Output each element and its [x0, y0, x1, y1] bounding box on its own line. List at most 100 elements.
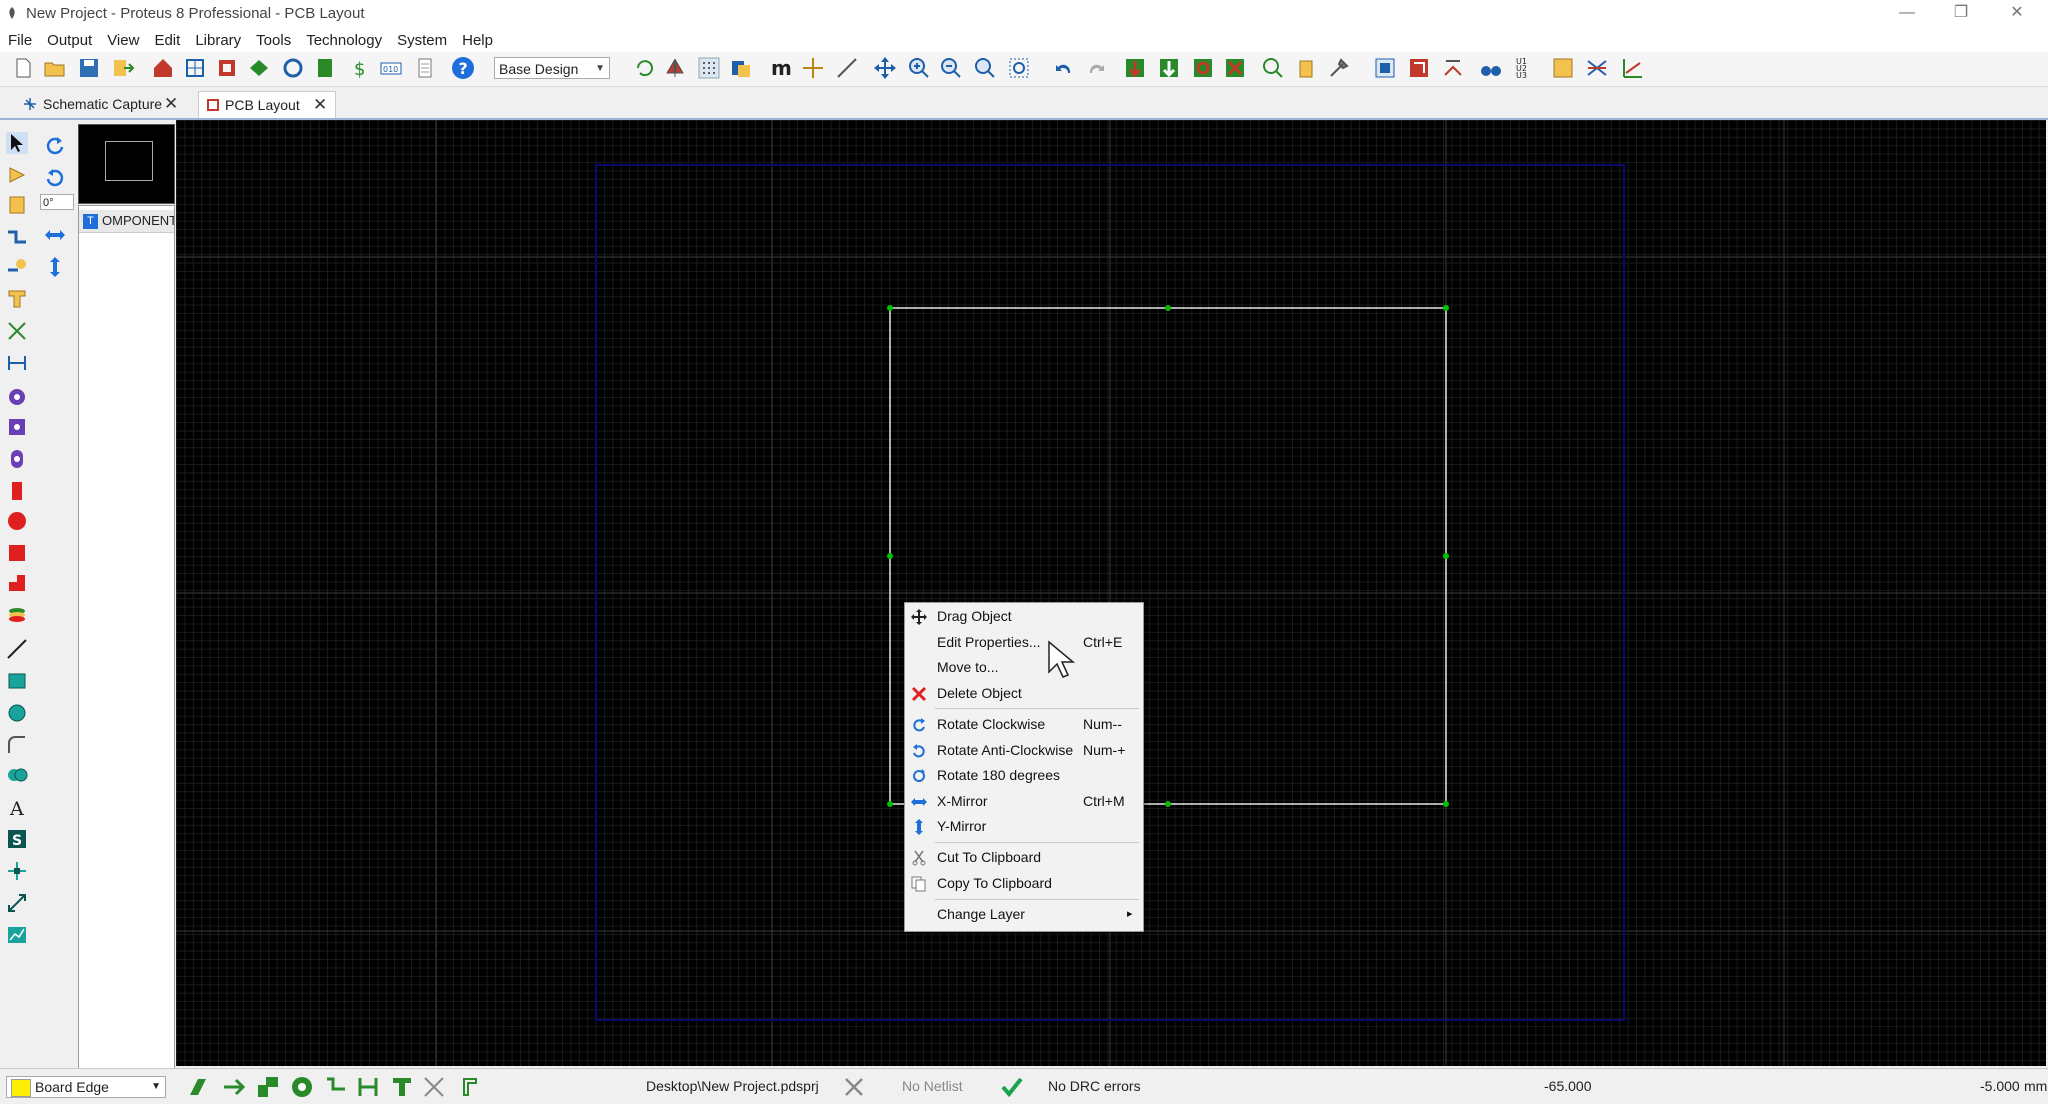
block-rotate-icon[interactable]	[1190, 55, 1216, 81]
tab-schematic-capture[interactable]: Schematic Capture ✕	[22, 91, 182, 117]
restore-button[interactable]: ❐	[1938, 0, 1984, 28]
open-folder-icon[interactable]	[42, 55, 68, 81]
home-icon[interactable]	[150, 55, 176, 81]
block-copy-icon[interactable]	[1122, 55, 1148, 81]
select-text-filter-icon[interactable]	[460, 1075, 484, 1099]
connectivity-icon[interactable]	[6, 352, 28, 374]
menu-item-edit-properties[interactable]: Edit Properties... Ctrl+E	[905, 630, 1143, 655]
track-mode-icon[interactable]	[6, 226, 28, 248]
notes-icon[interactable]	[412, 55, 438, 81]
dil-pad-icon[interactable]	[6, 448, 28, 470]
x-mirror-icon[interactable]	[44, 224, 66, 246]
pick-part-icon[interactable]	[1260, 55, 1286, 81]
smt-polygon-pad-icon[interactable]	[6, 572, 28, 594]
pan-icon[interactable]	[872, 55, 898, 81]
menu-item-rotate-anticlockwise[interactable]: Rotate Anti-Clockwise Num-+	[905, 738, 1143, 763]
dimension-mode-icon[interactable]	[6, 892, 28, 914]
menu-technology[interactable]: Technology	[298, 28, 389, 49]
box-mode-icon[interactable]	[6, 670, 28, 692]
grid-dots-icon[interactable]	[696, 55, 722, 81]
annotator-icon[interactable]: U1U2U3	[1512, 55, 1538, 81]
zoom-all-icon[interactable]	[972, 55, 998, 81]
menu-system[interactable]: System	[389, 28, 454, 49]
menu-item-copy[interactable]: Copy To Clipboard	[905, 871, 1143, 896]
smt-round-pad-icon[interactable]	[6, 510, 28, 532]
menu-output[interactable]: Output	[39, 28, 99, 49]
menu-item-delete-object[interactable]: Delete Object	[905, 681, 1143, 706]
tab-pcb-layout[interactable]: PCB Layout ✕	[198, 91, 336, 118]
schematic-icon[interactable]	[182, 55, 208, 81]
zoom-out-icon[interactable]	[938, 55, 964, 81]
menu-item-rotate-180[interactable]: Rotate 180 degrees	[905, 763, 1143, 788]
auto-router-icon[interactable]	[1406, 55, 1432, 81]
menu-help[interactable]: Help	[454, 28, 500, 49]
select-component-filter-icon[interactable]	[256, 1075, 280, 1099]
text-mode-icon[interactable]: A	[6, 796, 28, 818]
help-icon[interactable]: ?	[450, 55, 476, 81]
handle[interactable]	[1443, 305, 1449, 311]
block-move-icon[interactable]	[1156, 55, 1182, 81]
handle[interactable]	[1165, 801, 1171, 807]
gerber-viewer-icon[interactable]	[280, 55, 306, 81]
drc-status[interactable]: No DRC errors	[1048, 1078, 1141, 1094]
layers-icon[interactable]	[728, 55, 754, 81]
origin-icon[interactable]	[800, 55, 826, 81]
make-package-icon[interactable]	[1294, 55, 1320, 81]
package-mode-icon[interactable]	[6, 194, 28, 216]
measure-icon[interactable]	[834, 55, 860, 81]
new-file-icon[interactable]	[10, 55, 36, 81]
y-mirror-icon[interactable]	[44, 256, 66, 278]
close-icon[interactable]: ✕	[164, 91, 178, 117]
metric-toggle-icon[interactable]: m	[768, 55, 794, 81]
menu-item-y-mirror[interactable]: Y-Mirror	[905, 814, 1143, 839]
padstack-icon[interactable]	[6, 604, 28, 626]
component-mode-icon[interactable]	[6, 164, 28, 186]
3d-visualizer-icon[interactable]	[246, 55, 272, 81]
handle[interactable]	[887, 801, 893, 807]
handle[interactable]	[1165, 305, 1171, 311]
circle-mode-icon[interactable]	[6, 702, 28, 724]
rotate-ccw-icon[interactable]	[44, 166, 66, 188]
menu-file[interactable]: File	[0, 28, 39, 49]
refresh-icon[interactable]	[632, 55, 658, 81]
graph-mode-icon[interactable]	[6, 924, 28, 946]
design-rule-icon[interactable]	[1620, 55, 1646, 81]
path-mode-icon[interactable]	[6, 764, 28, 786]
menu-item-cut[interactable]: Cut To Clipboard	[905, 845, 1143, 870]
menu-view[interactable]: View	[99, 28, 146, 49]
via-mode-icon[interactable]	[6, 256, 28, 278]
design-variant-select[interactable]: Base Design ▼	[494, 57, 610, 79]
arc-mode-icon[interactable]	[6, 734, 28, 756]
close-icon[interactable]: ✕	[313, 92, 327, 118]
select-via-filter-icon[interactable]	[324, 1075, 348, 1099]
handle[interactable]	[887, 553, 893, 559]
rotate-cw-icon[interactable]	[44, 134, 66, 156]
zoom-in-icon[interactable]	[906, 55, 932, 81]
zone-mode-icon[interactable]	[6, 288, 28, 310]
zoom-area-icon[interactable]	[1006, 55, 1032, 81]
menu-tools[interactable]: Tools	[248, 28, 298, 49]
object-selector[interactable]: T OMPONENT	[78, 205, 175, 1069]
layer-stack-icon[interactable]	[186, 1075, 210, 1099]
menu-item-move-to[interactable]: Move to...	[905, 655, 1143, 680]
decompose-icon[interactable]	[1326, 55, 1352, 81]
handle[interactable]	[1443, 553, 1449, 559]
import-icon[interactable]	[110, 55, 136, 81]
pcb-icon[interactable]	[214, 55, 240, 81]
overview-window[interactable]	[78, 124, 175, 204]
menu-edit[interactable]: Edit	[146, 28, 187, 49]
minimize-button[interactable]: —	[1884, 0, 1930, 28]
block-delete-icon[interactable]	[1222, 55, 1248, 81]
close-window-button[interactable]: ✕	[1994, 0, 2040, 28]
select-track-filter-icon[interactable]	[222, 1075, 246, 1099]
save-icon[interactable]	[76, 55, 102, 81]
select-graphics-filter-icon[interactable]	[390, 1075, 414, 1099]
flip-layers-icon[interactable]	[662, 55, 688, 81]
binoculars-icon[interactable]	[1478, 55, 1504, 81]
search-tag-icon[interactable]	[1440, 55, 1466, 81]
select-pad-filter-icon[interactable]	[290, 1075, 314, 1099]
selection-mode-icon[interactable]	[6, 132, 28, 154]
menu-item-rotate-clockwise[interactable]: Rotate Clockwise Num--	[905, 712, 1143, 737]
edge-pad-icon[interactable]	[6, 480, 28, 502]
undo-icon[interactable]	[1050, 55, 1076, 81]
